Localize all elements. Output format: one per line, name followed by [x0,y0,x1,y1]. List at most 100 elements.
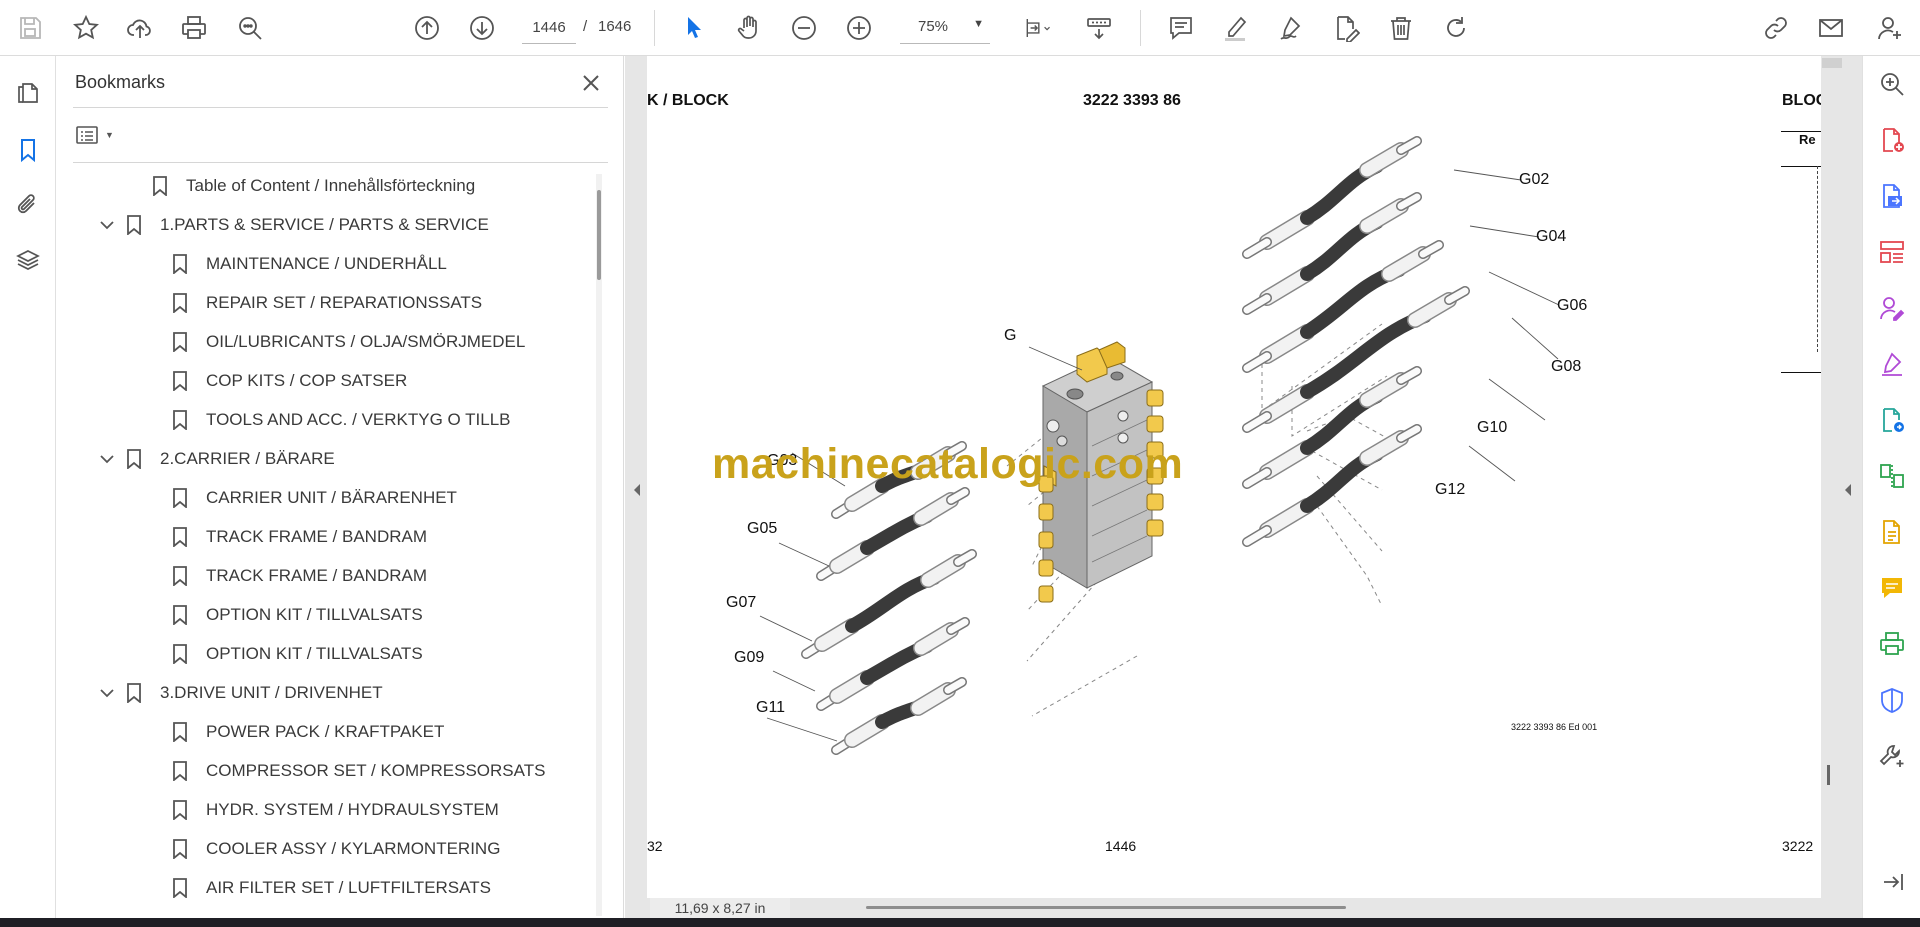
bookmark-item[interactable]: COOLER ASSY / KYLARMONTERING [170,831,500,867]
bookmark-item[interactable]: AIR FILTER SET / LUFTFILTERSATS [170,870,491,906]
page-fit-button[interactable] [1015,10,1061,46]
bookmark-item[interactable]: OIL/LUBRICANTS / OLJA/SMÖRJMEDEL [170,324,525,360]
save-button[interactable] [12,10,48,46]
organize-pages-button[interactable] [1876,236,1908,268]
bookmark-item[interactable]: Table of Content / Innehållsförteckning [150,168,475,204]
comment-tool-button[interactable] [1876,572,1908,604]
layers-button[interactable] [10,242,46,278]
bookmark-icon [170,799,190,821]
scroll-mode-button[interactable] [1081,10,1117,46]
delete-button[interactable] [1383,10,1419,46]
callout-g02: G02 [1519,171,1550,188]
select-tool-button[interactable] [676,10,712,46]
page-number-input[interactable] [522,12,576,44]
send-for-review-button[interactable] [1876,404,1908,436]
bookmark-item[interactable]: COMPRESSOR SET / KOMPRESSORSATS [170,753,545,789]
bookmark-item[interactable]: TRACK FRAME / BANDRAM [170,558,427,594]
bookmark-label: AIR FILTER SET / LUFTFILTERSATS [206,878,491,897]
compare-files-button[interactable] [1876,460,1908,492]
page-footer-left-partial: 32 [647,838,663,854]
taskbar-strip [0,918,1920,927]
printer-icon [182,16,206,39]
trash-icon [1391,17,1411,40]
bookmark-icon [170,604,190,626]
upload-button[interactable] [122,10,158,46]
page-thumbnails-button[interactable] [10,74,46,110]
pdf-reader-window: / 1646 75% ▼ [0,0,1920,927]
request-signatures-button[interactable] [1876,292,1908,324]
bookmark-scrollbar[interactable] [596,174,602,916]
bookmark-icon [150,175,170,197]
attachments-button[interactable] [10,186,46,222]
chevron-down-icon[interactable] [96,448,118,470]
chevron-down-icon[interactable] [96,214,118,236]
bookmarks-panel-button[interactable] [10,132,46,168]
edit-doc-icon [1883,520,1900,544]
chevron-left-icon [1845,484,1851,496]
print-button[interactable] [176,10,212,46]
watermark-text: machinecatalogic.com [712,440,1184,488]
protect-button[interactable] [1876,684,1908,716]
create-pdf-button[interactable] [1876,124,1908,156]
bookmark-item[interactable]: MAINTENANCE / UNDERHÅLL [170,246,447,282]
edit-document-button[interactable] [1876,516,1908,548]
account-button[interactable] [1872,10,1908,46]
draw-button[interactable] [1273,10,1309,46]
chevron-down-icon[interactable] [96,682,118,704]
bookmark-item[interactable]: 1.PARTS & SERVICE / PARTS & SERVICE [96,207,489,243]
bookmark-item[interactable]: REPAIR SET / REPARATIONSSATS [170,285,482,321]
bookmark-item[interactable]: 2.CARRIER / BÄRARE [96,441,335,477]
find-button[interactable] [232,10,268,46]
bookmark-item[interactable]: OPTION KIT / TILLVALSATS [170,636,423,672]
hand-tool-button[interactable] [731,10,767,46]
bookmark-label: OPTION KIT / TILLVALSATS [206,605,423,624]
chevron-down-icon: ▼ [105,130,114,140]
export-pdf-button[interactable] [1876,180,1908,212]
collapse-left-panel-button[interactable] [625,470,649,510]
share-link-button[interactable] [1758,10,1794,46]
bookmark-star-button[interactable] [68,10,104,46]
export-pdf-icon [1883,184,1902,208]
zoom-level-select[interactable]: 75% ▼ [900,12,990,44]
vertical-scrollbar-arrow[interactable] [1822,58,1842,68]
bookmark-label: Table of Content / Innehållsförteckning [186,176,476,195]
bookmark-item[interactable]: HYDR. SYSTEM / HYDRAULSYSTEM [170,792,499,828]
email-button[interactable] [1813,10,1849,46]
collapse-tools-button[interactable] [1876,866,1908,898]
print-production-button[interactable] [1876,628,1908,660]
comment-button[interactable] [1163,10,1199,46]
close-panel-button[interactable] [576,68,606,98]
arrow-down-circle-icon [470,16,494,40]
bookmark-scrollbar-thumb[interactable] [597,190,601,280]
horizontal-scrollbar-thumb[interactable] [866,906,1346,909]
more-tools-button[interactable] [1876,740,1908,772]
zoom-tool-button[interactable] [1876,68,1908,100]
chevron-down-icon: ▼ [973,18,984,30]
callout-g11: G11 [756,699,786,716]
bookmark-item[interactable]: OPTION KIT / TILLVALSATS [170,597,423,633]
rotate-icon [1447,17,1465,37]
next-page-button[interactable] [464,10,500,46]
bookmark-item[interactable]: TOOLS AND ACC. / VERKTYG O TILLB [170,402,511,438]
zoom-out-button[interactable] [786,10,822,46]
collapse-right-panel-button[interactable] [1836,470,1860,510]
callout-g10: G10 [1477,419,1508,436]
pen-sign-icon [1280,16,1301,40]
bookmark-item[interactable]: COP KITS / COP SATSER [170,363,407,399]
rotate-button[interactable] [1438,10,1474,46]
bookmark-item[interactable]: CARRIER UNIT / BÄRARENHET [170,480,457,516]
previous-page-button[interactable] [409,10,445,46]
tools-rail [1862,56,1920,918]
callout-g07: G07 [726,594,757,611]
layers-icon [16,250,40,270]
edit-pdf-button[interactable] [1328,10,1364,46]
bookmark-options-button[interactable]: ▼ [75,120,121,150]
highlight-button[interactable] [1218,10,1254,46]
bookmark-item[interactable]: 3.DRIVE UNIT / DRIVENHET [96,675,383,711]
bookmark-icon [170,565,190,587]
vertical-scrollbar-thumb[interactable] [1827,765,1830,785]
zoom-in-button[interactable] [841,10,877,46]
bookmark-item[interactable]: POWER PACK / KRAFTPAKET [170,714,444,750]
fill-and-sign-button[interactable] [1876,348,1908,380]
bookmark-item[interactable]: TRACK FRAME / BANDRAM [170,519,427,555]
